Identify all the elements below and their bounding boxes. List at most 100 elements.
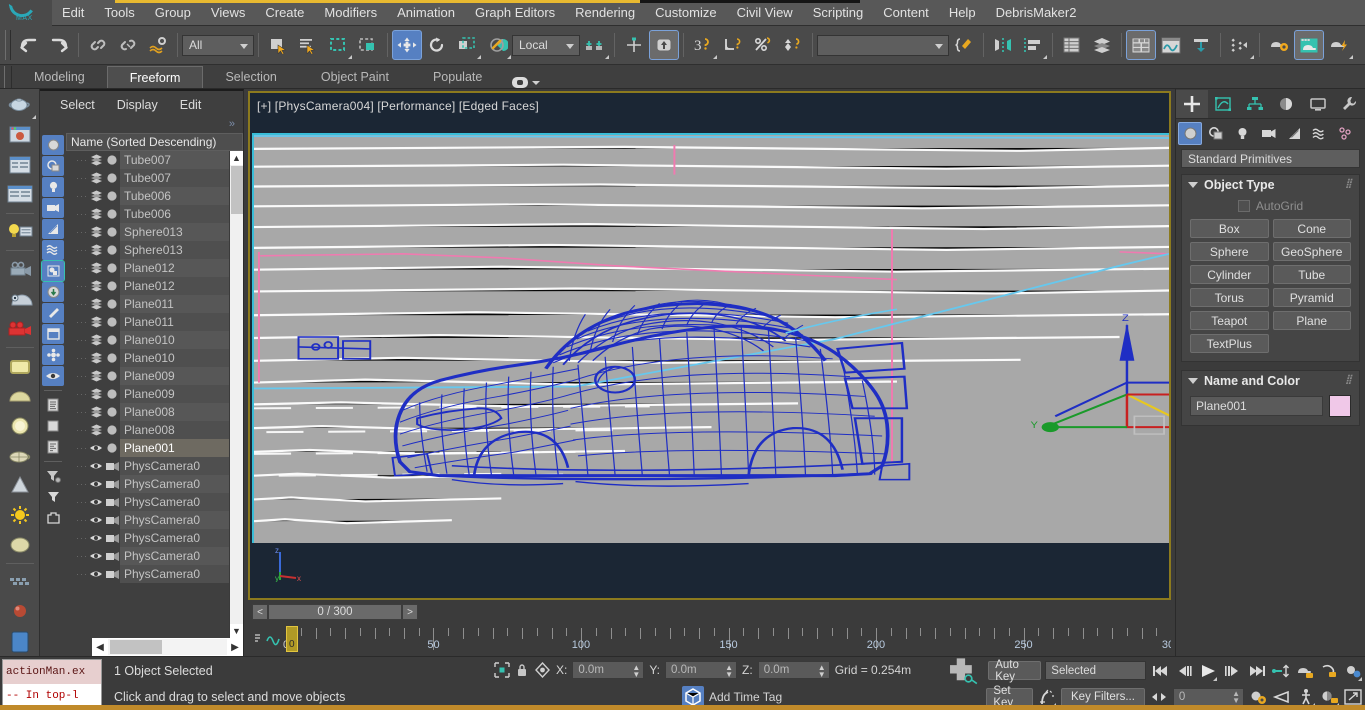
autogrid-row[interactable]: AutoGrid <box>1190 199 1351 213</box>
timeline-ruler[interactable]: 0501001502002503000 <box>283 622 1171 656</box>
time-config-icon[interactable] <box>1343 660 1363 682</box>
rectangular-select-region-icon[interactable] <box>323 30 353 60</box>
vray-camera-icon[interactable] <box>3 315 37 344</box>
menu-civil-view[interactable]: Civil View <box>727 0 803 26</box>
toolbar-config-icon[interactable] <box>42 508 64 528</box>
menu-edit[interactable]: Edit <box>52 0 94 26</box>
curve-editor-icon[interactable] <box>1156 30 1186 60</box>
vray-mesh-light-icon[interactable] <box>3 441 37 470</box>
listener-line-1[interactable]: actionMan.ex <box>3 660 101 684</box>
explorer-menu-select[interactable]: Select <box>50 98 105 112</box>
time-slider-handle[interactable]: 0 <box>286 626 298 652</box>
explorer-horizontal-scrollbar[interactable]: ◀ ▶ <box>92 638 243 656</box>
scene-explorer-icon[interactable] <box>1126 30 1156 60</box>
shapes-icon[interactable] <box>1204 122 1228 145</box>
layers-icon[interactable] <box>88 316 104 328</box>
next-frame-icon[interactable] <box>1222 660 1242 682</box>
redo-icon[interactable] <box>44 30 74 60</box>
explorer-row-physcamera0[interactable]: ··· PhysCamera0 <box>66 565 229 583</box>
vray-sphere-light-icon[interactable] <box>3 412 37 441</box>
go-to-end-icon[interactable] <box>1247 660 1267 682</box>
ribbon-overflow[interactable] <box>504 77 548 88</box>
filter-settings-icon[interactable] <box>42 466 64 486</box>
display-helpers-icon[interactable] <box>42 219 64 239</box>
angle-snap-icon[interactable] <box>718 30 748 60</box>
add-time-tag-label[interactable]: Add Time Tag <box>709 690 782 704</box>
render-production-icon[interactable] <box>1324 30 1354 60</box>
key-filter-combo[interactable]: Selected <box>1045 661 1147 680</box>
menu-views[interactable]: Views <box>201 0 255 26</box>
menu-animation[interactable]: Animation <box>387 0 465 26</box>
explorer-row-sphere013[interactable]: ··· Sphere013 <box>66 241 229 259</box>
next-frame-button[interactable]: > <box>402 604 418 620</box>
frame-counter-field[interactable]: 0 / 300 <box>268 604 402 620</box>
spinner-arrows-icon-4[interactable]: ▲ ▼ <box>1232 690 1240 705</box>
menu-modifiers[interactable]: Modifiers <box>314 0 387 26</box>
reference-coordinate-combo[interactable]: Local <box>512 34 580 56</box>
vray-render-setup-icon[interactable] <box>3 150 37 179</box>
object-type-plane-button[interactable]: Plane <box>1272 311 1351 330</box>
object-type-pyramid-button[interactable]: Pyramid <box>1272 288 1351 307</box>
ribbon-tab-object-paint[interactable]: Object Paint <box>299 66 411 88</box>
display-bones-icon[interactable] <box>42 303 64 323</box>
orbit-icon[interactable] <box>1295 660 1315 682</box>
object-type-cylinder-button[interactable]: Cylinder <box>1190 265 1269 284</box>
select-and-place-icon[interactable] <box>482 30 512 60</box>
align-objects-icon[interactable] <box>1018 30 1048 60</box>
menu-content[interactable]: Content <box>873 0 939 26</box>
vray-plane-light-icon[interactable] <box>3 352 37 381</box>
max-logo[interactable]: MAX <box>0 0 52 26</box>
viewport[interactable]: [+] [PhysCamera004] [Performance] [Edged… <box>248 91 1171 600</box>
explorer-vertical-scrollbar[interactable]: ▲ ▼ <box>229 151 243 638</box>
menu-graph-editors[interactable]: Graph Editors <box>465 0 565 26</box>
object-type-teapot-button[interactable]: Teapot <box>1190 311 1269 330</box>
eye-icon[interactable] <box>88 461 104 471</box>
menu-debrismaker2[interactable]: DebrisMaker2 <box>986 0 1087 26</box>
spinner-arrows-icon-2[interactable]: ▲ ▼ <box>725 664 733 679</box>
explorer-row-physcamera0[interactable]: ··· PhysCamera0 <box>66 547 229 565</box>
explorer-menu-edit[interactable]: Edit <box>170 98 212 112</box>
vray-panel-icon[interactable] <box>3 627 37 656</box>
eye-icon[interactable] <box>88 515 104 525</box>
select-link-icon[interactable] <box>83 30 113 60</box>
subcategory-combo[interactable]: Standard Primitives <box>1181 149 1360 168</box>
hierarchy-tab[interactable] <box>1239 90 1271 118</box>
scroll-up-icon[interactable]: ▲ <box>229 151 243 165</box>
utilities-tab[interactable] <box>1334 90 1365 118</box>
layers-icon[interactable] <box>88 388 104 400</box>
set-key-button[interactable]: Set Key <box>986 685 1034 709</box>
listener-line-2[interactable]: -- In top-l <box>3 684 101 708</box>
layer-explorer-icon[interactable] <box>1057 30 1087 60</box>
eye-icon[interactable] <box>88 533 104 543</box>
autogrid-checkbox[interactable] <box>1237 200 1250 212</box>
explorer-row-plane009[interactable]: ··· Plane009 <box>66 367 229 385</box>
select-and-scale-icon[interactable] <box>452 30 482 60</box>
eye-icon[interactable] <box>88 443 104 453</box>
use-pivot-center-icon[interactable] <box>580 30 610 60</box>
object-type-tube-button[interactable]: Tube <box>1272 265 1351 284</box>
display-space-warps-icon[interactable] <box>42 240 64 260</box>
track-bar[interactable]: 0501001502002503000 <box>248 622 1171 656</box>
menu-create[interactable]: Create <box>255 0 314 26</box>
layers-icon[interactable] <box>88 154 104 166</box>
object-type-header[interactable]: Object Type ⣿ <box>1182 175 1359 195</box>
ribbon-tab-selection[interactable]: Selection <box>203 66 298 88</box>
scroll-track[interactable] <box>229 165 243 624</box>
render-setup-icon[interactable] <box>1264 30 1294 60</box>
maxscript-icon[interactable] <box>949 30 979 60</box>
z-coordinate-field[interactable]: 0.0m ▲ ▼ <box>757 661 830 680</box>
object-type-cone-button[interactable]: Cone <box>1272 219 1351 238</box>
explorer-row-physcamera0[interactable]: ··· PhysCamera0 <box>66 511 229 529</box>
explorer-row-physcamera0[interactable]: ··· PhysCamera0 <box>66 475 229 493</box>
layers-icon[interactable] <box>88 424 104 436</box>
layers-icon[interactable] <box>88 208 104 220</box>
object-type-geosphere-button[interactable]: GeoSphere <box>1272 242 1351 261</box>
prev-frame-button[interactable]: < <box>252 604 268 620</box>
helpers-icon[interactable] <box>1282 122 1306 145</box>
explorer-row-tube006[interactable]: ··· Tube006 <box>66 205 229 223</box>
explorer-row-plane008[interactable]: ··· Plane008 <box>66 421 229 439</box>
create-tab[interactable] <box>1176 89 1208 118</box>
track-bar-tools[interactable] <box>248 622 286 656</box>
vray-frame-buffer-icon[interactable] <box>3 121 37 150</box>
spinner-snap-icon[interactable] <box>778 30 808 60</box>
